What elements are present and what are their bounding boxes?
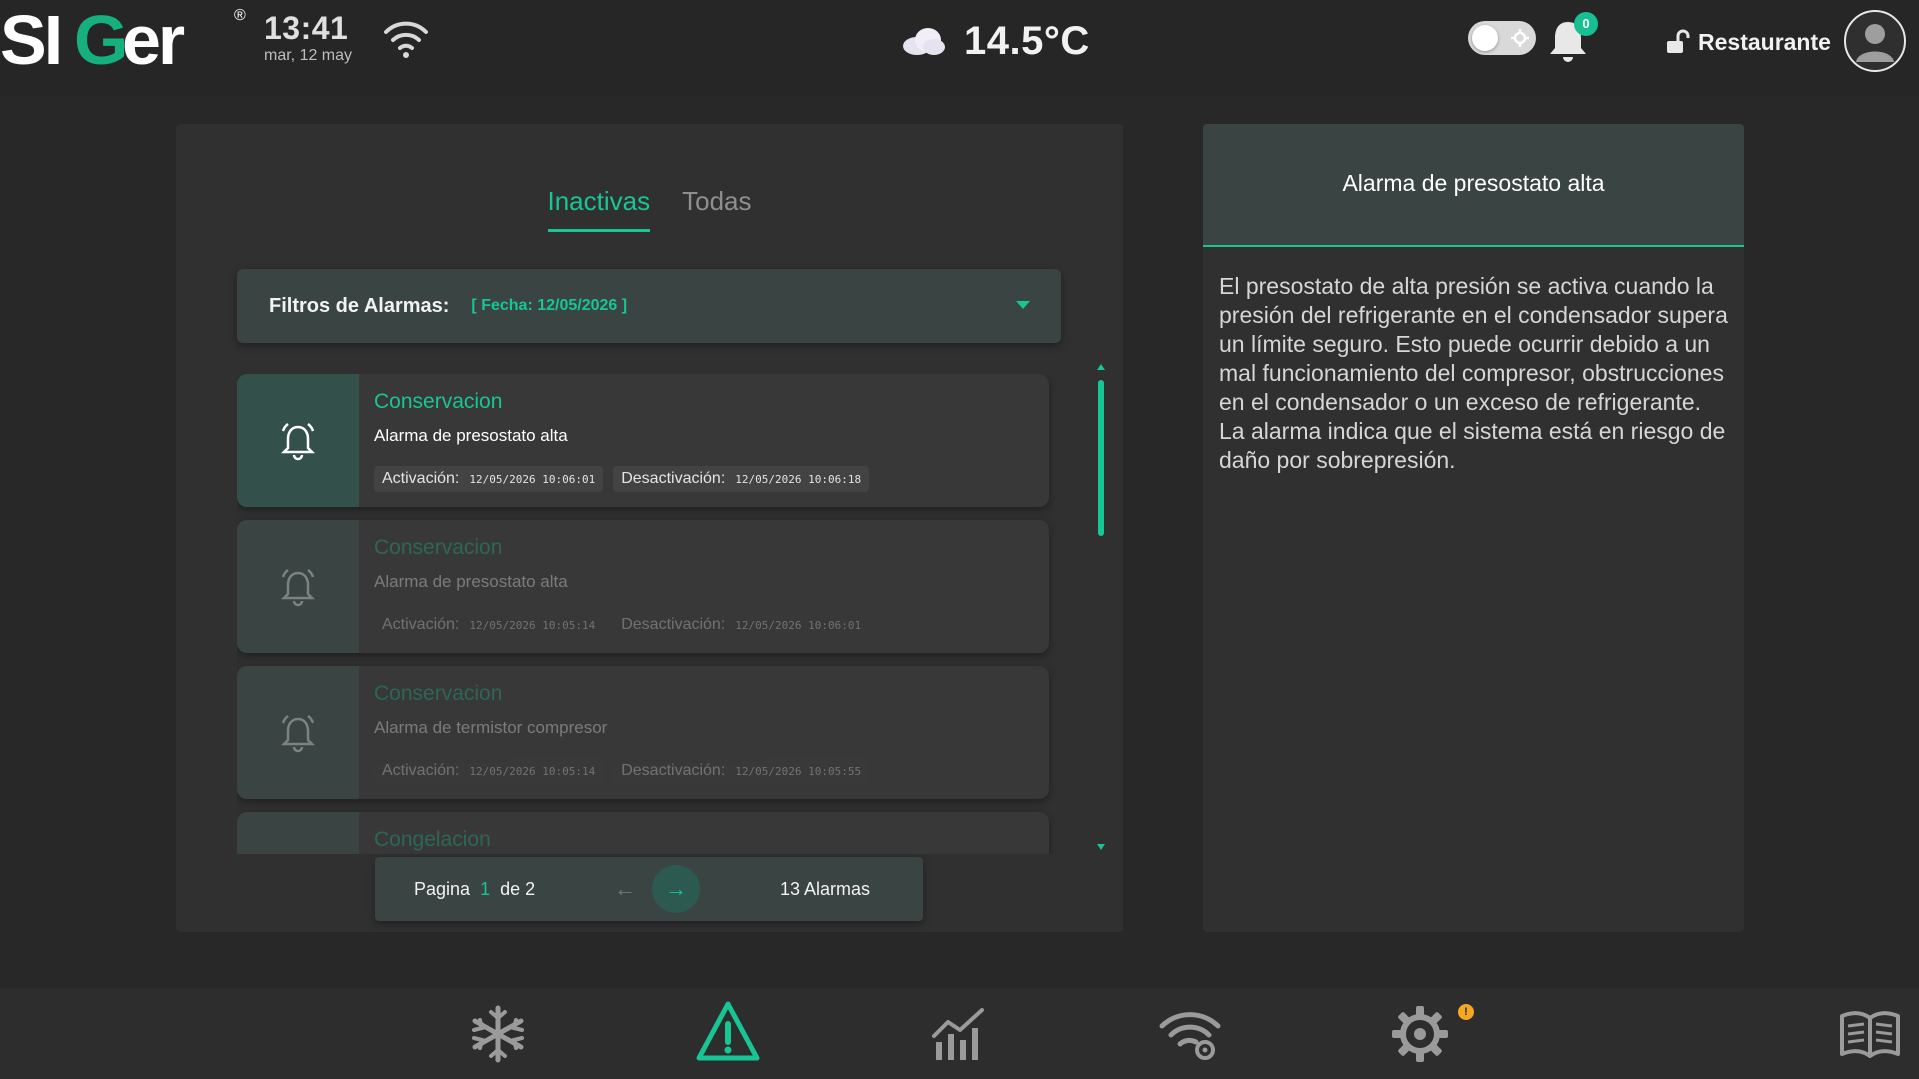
alarm-count: 13 Alarmas [780, 879, 871, 899]
alarm-description: Alarma de presostato alta [374, 572, 568, 591]
cloud-icon [903, 28, 945, 55]
clock-date: mar, 12 may [264, 47, 353, 64]
page-label: Pagina [414, 879, 471, 899]
alarm-card[interactable]: Conservacion Alarma de termistor compres… [237, 666, 1049, 799]
user-menu[interactable]: Restaurante [1664, 24, 1831, 60]
deactivation-label: Desactivación: [621, 470, 726, 487]
alarm-card-icon-box [237, 520, 359, 653]
alarm-card[interactable]: Conservacion Alarma de presostato alta A… [237, 374, 1049, 507]
avatar[interactable] [1844, 10, 1906, 72]
activation-label: Activación: [382, 470, 460, 487]
alarm-times: Activación: 12/05/2026 10:06:01 Desactiv… [374, 466, 870, 492]
temperature-value: 14.5°C [964, 18, 1090, 63]
alarm-bell-icon [280, 568, 316, 606]
toggle-knob [1472, 25, 1498, 51]
deactivation-chip: Desactivación: 12/05/2026 10:06:01 [613, 612, 870, 638]
wifi-gear-icon[interactable] [1158, 1002, 1222, 1066]
deactivation-label: Desactivación: [621, 762, 726, 779]
detail-title: Alarma de presostato alta [1342, 170, 1605, 196]
scroll-up-arrow-icon[interactable] [1097, 364, 1105, 370]
alarm-card[interactable]: Congelacion [237, 812, 1049, 854]
settings-icon[interactable] [1388, 1002, 1452, 1066]
deactivation-label: Desactivación: [621, 616, 726, 633]
detail-header: Alarma de presostato alta [1203, 124, 1744, 247]
settings-warning-badge: ! [1458, 1004, 1474, 1020]
pagination-bar: Pagina 1 de 2 ← → 13 Alarmas [375, 857, 923, 921]
alarm-description: Alarma de termistor compresor [374, 718, 608, 737]
tab-all[interactable]: Todas [682, 180, 751, 232]
page-total-label: de 2 [500, 879, 536, 899]
alarm-card-icon-box [237, 812, 359, 854]
scrollbar-thumb[interactable] [1098, 380, 1104, 536]
wifi-icon [384, 21, 428, 58]
user-avatar-icon [1856, 24, 1894, 62]
activation-time: 12/05/2026 10:05:14 [469, 618, 596, 632]
deactivation-chip: Desactivación: 12/05/2026 10:06:18 [613, 466, 870, 492]
svg-text:SI: SI [0, 1, 60, 79]
alarm-zone: Conservacion [374, 682, 503, 705]
alarm-card[interactable]: Conservacion Alarma de presostato alta A… [237, 520, 1049, 653]
alarm-list-scrollbar[interactable] [1097, 364, 1105, 854]
alarm-card-icon-box [237, 374, 359, 507]
weather-widget: 14.5°C [900, 16, 1090, 66]
bottom-navigation [0, 988, 1919, 1079]
activation-time: 12/05/2026 10:05:14 [469, 764, 596, 778]
activation-label: Activación: [382, 762, 460, 779]
filter-label: Filtros de Alarmas: [269, 294, 450, 317]
filter-value: [ Fecha: 12/05/2026 ] [471, 297, 628, 314]
notifications-badge: 0 [1574, 12, 1598, 36]
deactivation-chip: Desactivación: 12/05/2026 10:05:55 [613, 758, 870, 784]
next-page-button[interactable]: → [652, 865, 700, 913]
clock-time: 13:41 [264, 10, 349, 46]
chart-icon[interactable] [928, 1002, 992, 1066]
svg-text:®: ® [234, 7, 246, 24]
activation-time: 12/05/2026 10:06:01 [469, 472, 596, 486]
alarm-tabs: Inactivas Todas [176, 180, 1123, 232]
deactivation-time: 12/05/2026 10:06:18 [735, 472, 862, 486]
scroll-down-arrow-icon[interactable] [1097, 844, 1105, 850]
activation-chip: Activación: 12/05/2026 10:05:14 [374, 758, 604, 784]
previous-page-button[interactable]: ← [610, 875, 640, 903]
deactivation-time: 12/05/2026 10:06:01 [735, 618, 862, 632]
clock: 13:41 mar, 12 may [264, 10, 374, 66]
current-page: 1 [480, 879, 491, 899]
alarm-zone: Congelacion [374, 828, 491, 851]
alarm-zone: Conservacion [374, 390, 503, 413]
alarm-detail-panel: Alarma de presostato alta El presostato … [1203, 124, 1744, 932]
unlock-icon [1667, 29, 1690, 53]
alarm-times: Activación: 12/05/2026 10:05:14 Desactiv… [374, 758, 870, 784]
alarm-filter-dropdown[interactable]: Filtros de Alarmas: [ Fecha: 12/05/2026 … [237, 269, 1061, 343]
manual-book-icon[interactable] [1838, 1002, 1902, 1066]
svg-text:G: G [74, 1, 125, 79]
activation-chip: Activación: 12/05/2026 10:05:14 [374, 612, 604, 638]
alarm-bell-icon [280, 422, 316, 460]
alarm-card-icon-box [237, 666, 359, 799]
svg-text:er: er [122, 1, 185, 79]
gear-icon [1511, 29, 1529, 47]
alarm-warning-icon[interactable] [696, 1000, 760, 1064]
chevron-down-icon [1016, 301, 1030, 309]
page-indicator: Pagina 1 de 2 [414, 879, 535, 900]
activation-chip: Activación: 12/05/2026 10:06:01 [374, 466, 604, 492]
top-bar: SI G er ® 13:41 mar, 12 may 14.5°C 0 Res… [0, 0, 1919, 96]
tab-inactive[interactable]: Inactivas [547, 180, 651, 232]
mode-toggle[interactable] [1468, 21, 1536, 55]
activation-label: Activación: [382, 616, 460, 633]
user-name: Restaurante [1698, 28, 1831, 55]
detail-description: El presostato de alta presión se activa … [1219, 273, 1728, 473]
alarm-times: Activación: 12/05/2026 10:05:14 Desactiv… [374, 612, 870, 638]
alarm-zone: Conservacion [374, 536, 503, 559]
alarm-description: Alarma de presostato alta [374, 426, 568, 445]
alarms-panel: Inactivas Todas Filtros de Alarmas: [ Fe… [176, 124, 1123, 932]
alarm-bell-icon [280, 714, 316, 752]
alarm-list: Conservacion Alarma de presostato alta A… [237, 374, 1057, 854]
siger-logo: SI G er ® [0, 1, 246, 79]
deactivation-time: 12/05/2026 10:05:55 [735, 764, 862, 778]
snowflake-icon[interactable] [466, 1002, 530, 1066]
